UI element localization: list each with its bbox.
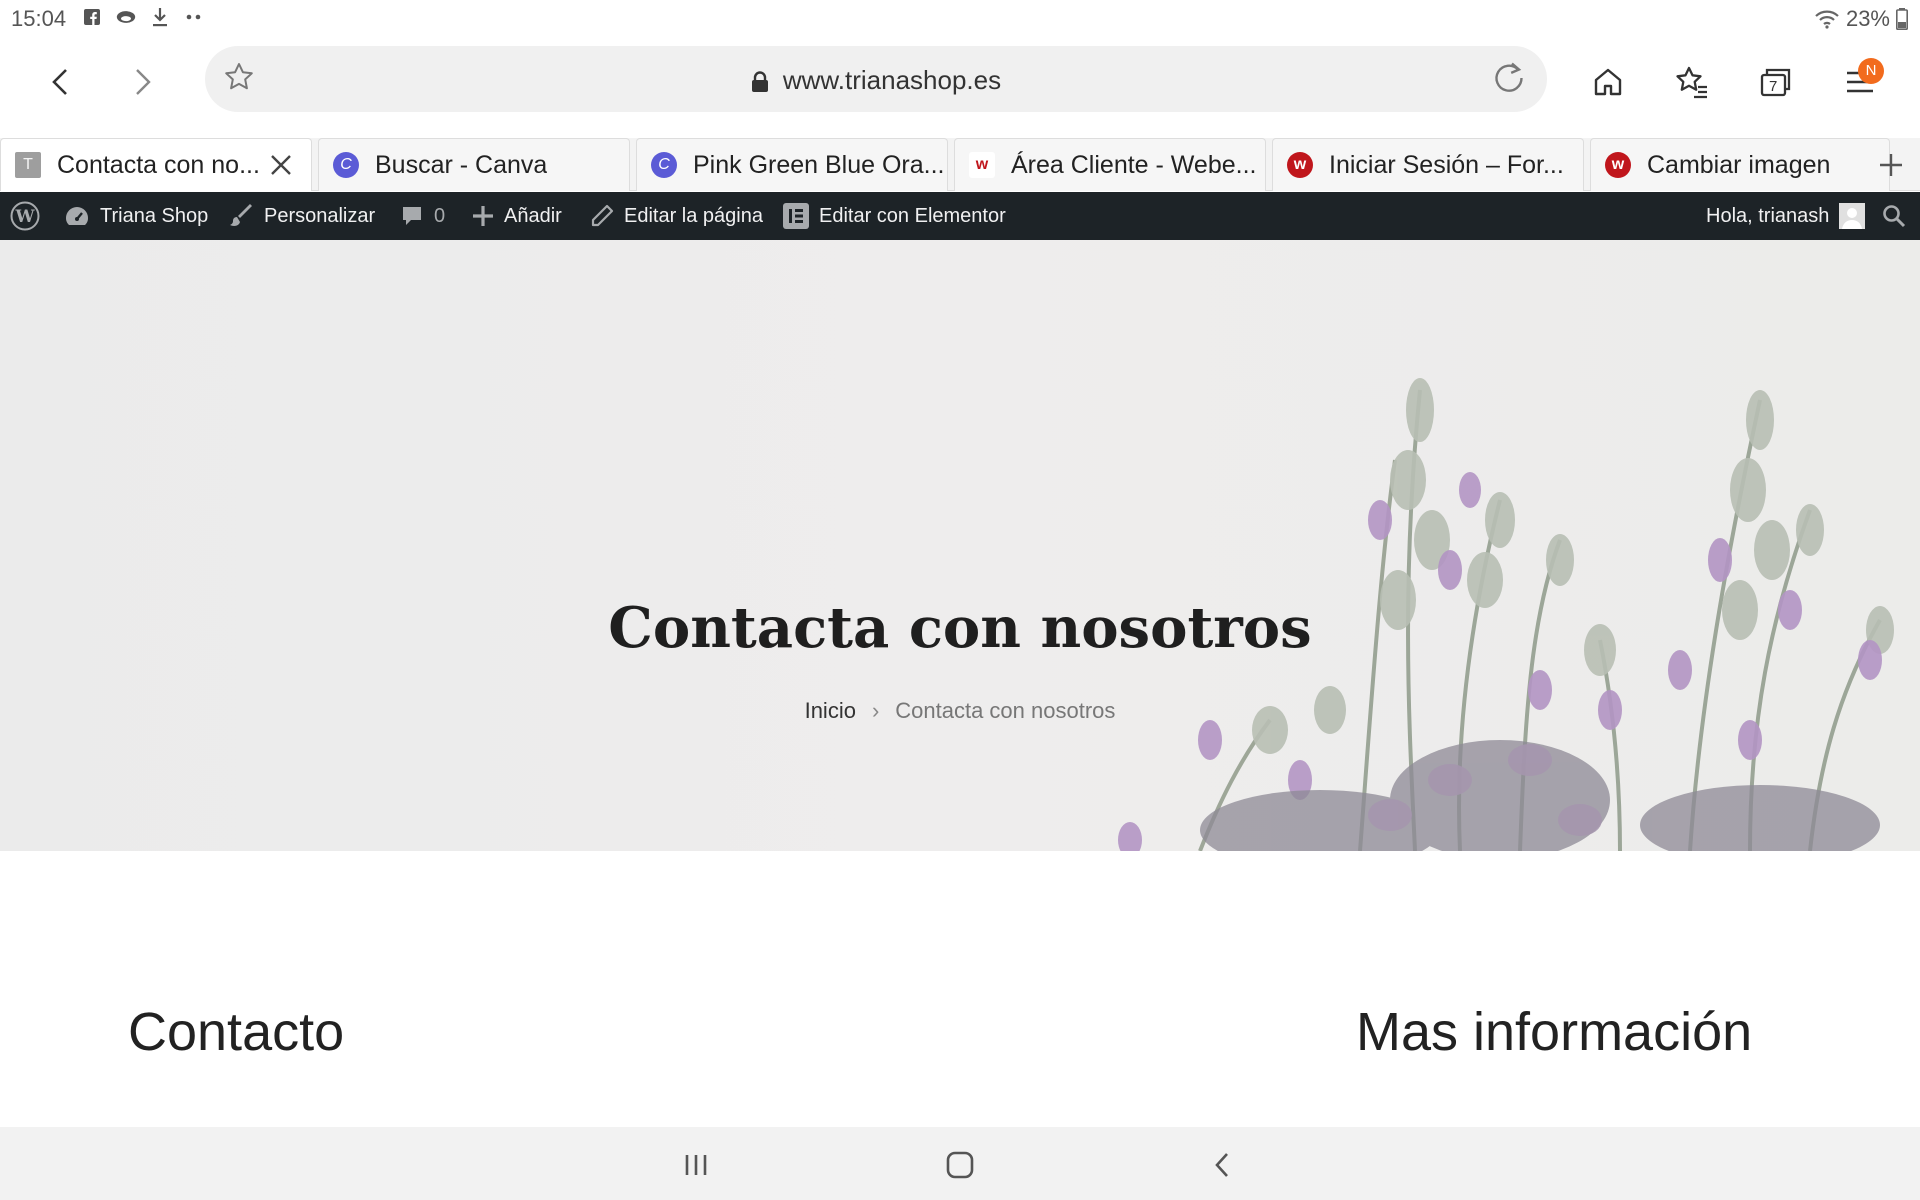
wordpress-logo-icon: W bbox=[10, 201, 40, 231]
tab-title: Buscar - Canva bbox=[375, 150, 548, 179]
tab-cambiar-imagen[interactable]: w Cambiar imagen bbox=[1590, 138, 1890, 191]
home-nav-button[interactable] bbox=[938, 1143, 982, 1187]
menu-button[interactable]: N bbox=[1834, 56, 1886, 108]
close-icon[interactable] bbox=[269, 153, 293, 182]
tabs-button[interactable]: 7 bbox=[1750, 56, 1802, 108]
status-right: 23% bbox=[1814, 6, 1908, 32]
tab-buscar-canva[interactable]: C Buscar - Canva bbox=[318, 138, 630, 191]
wifi-icon bbox=[1815, 10, 1839, 29]
tab-area-cliente[interactable]: w Área Cliente - Webe... bbox=[954, 138, 1266, 191]
tab-title: Área Cliente - Webe... bbox=[1011, 150, 1257, 179]
tab-strip: T Contacta con no... C Buscar - Canva C … bbox=[0, 138, 1920, 191]
url-text: www.trianashop.es bbox=[782, 65, 1002, 95]
comments-count: 0 bbox=[434, 204, 446, 227]
notification-icons bbox=[82, 7, 204, 27]
customize-label: Personalizar bbox=[264, 204, 376, 227]
more-info-heading: Mas información bbox=[1356, 1002, 1753, 1062]
add-new-link[interactable]: Añadir bbox=[472, 192, 562, 240]
back-chevron-icon bbox=[1215, 1153, 1228, 1177]
dashboard-gauge-icon bbox=[66, 207, 88, 225]
site-name: Triana Shop bbox=[100, 204, 209, 227]
svg-text:7: 7 bbox=[1769, 78, 1777, 95]
lock-icon bbox=[751, 71, 768, 93]
url-display[interactable]: www.trianashop.es bbox=[205, 65, 1547, 96]
bookmarks-star-list-icon bbox=[1676, 66, 1707, 99]
greeting: Hola, trianash bbox=[1706, 204, 1830, 227]
home-button[interactable] bbox=[1582, 56, 1634, 108]
comment-bubble-icon bbox=[403, 207, 421, 225]
cloud-icon bbox=[116, 7, 136, 27]
site-name-link[interactable]: Triana Shop bbox=[64, 192, 208, 240]
tab-favicon: T bbox=[15, 152, 41, 178]
canva-favicon-icon: C bbox=[651, 152, 677, 178]
edit-page-label: Editar la página bbox=[624, 204, 763, 227]
home-icon bbox=[1594, 68, 1622, 96]
tab-iniciar-sesion[interactable]: w Iniciar Sesión – For... bbox=[1272, 138, 1584, 191]
browser-toolbar: www.trianashop.es 7 N bbox=[0, 38, 1920, 138]
webempresa-favicon-icon: w bbox=[1605, 152, 1631, 178]
canva-favicon-icon: C bbox=[333, 152, 359, 178]
battery-icon bbox=[1896, 8, 1908, 30]
wp-admin-bar: W Triana Shop Personalizar 0 Añadir Edit… bbox=[0, 192, 1920, 240]
reload-icon[interactable] bbox=[1491, 60, 1527, 101]
menu-notification-badge: N bbox=[1858, 58, 1884, 84]
my-account-link[interactable]: Hola, trianash bbox=[1706, 192, 1866, 240]
search-icon bbox=[1883, 205, 1906, 228]
recent-apps-button[interactable] bbox=[674, 1143, 718, 1187]
tab-contacta[interactable]: T Contacta con no... bbox=[0, 138, 312, 191]
chevron-right-icon bbox=[136, 69, 151, 95]
recent-apps-icon bbox=[685, 1155, 707, 1175]
tab-title: Contacta con no... bbox=[57, 150, 260, 179]
customize-link[interactable]: Personalizar bbox=[230, 192, 375, 240]
home-circle-icon bbox=[946, 1151, 974, 1179]
plus-icon bbox=[473, 206, 493, 226]
tabs-counter-icon: 7 bbox=[1760, 68, 1791, 97]
more-dots-icon bbox=[184, 7, 204, 27]
breadcrumb-current: Contacta con nosotros bbox=[895, 698, 1116, 723]
new-tab-button[interactable] bbox=[1866, 138, 1916, 191]
admin-search-button[interactable] bbox=[1882, 192, 1906, 240]
plus-icon bbox=[1880, 153, 1902, 176]
back-nav-button[interactable] bbox=[1200, 1143, 1244, 1187]
download-icon bbox=[150, 7, 170, 27]
page-hero: Contacta con nosotros Inicio › Contacta co… bbox=[0, 240, 1920, 851]
status-bar: 15:04 23% bbox=[0, 0, 1920, 38]
page-content: Contacto Mas información bbox=[0, 851, 1920, 1127]
chevron-left-icon bbox=[52, 69, 67, 95]
battery-percent: 23% bbox=[1845, 6, 1890, 31]
edit-elementor-label: Editar con Elementor bbox=[819, 204, 1006, 227]
pencil-icon bbox=[591, 204, 614, 227]
edit-page-link[interactable]: Editar la página bbox=[590, 192, 763, 240]
breadcrumb: Inicio › Contacta con nosotros bbox=[0, 698, 1920, 724]
tab-title: Iniciar Sesión – For... bbox=[1329, 150, 1564, 179]
add-new-label: Añadir bbox=[504, 204, 562, 227]
facebook-icon bbox=[82, 7, 102, 27]
tab-title: Cambiar imagen bbox=[1647, 150, 1831, 179]
system-nav-bar bbox=[0, 1127, 1920, 1200]
avatar bbox=[1839, 203, 1866, 229]
screen: 15:04 23% www.trianashop.es 7 N T Contac… bbox=[0, 0, 1920, 1200]
wordpress-logo-button[interactable]: W bbox=[10, 192, 40, 240]
edit-elementor-link[interactable]: Editar con Elementor bbox=[783, 192, 1006, 240]
tab-pink-green[interactable]: C Pink Green Blue Ora... bbox=[636, 138, 948, 191]
address-bar[interactable]: www.trianashop.es bbox=[205, 46, 1547, 112]
breadcrumb-home-link[interactable]: Inicio bbox=[805, 698, 856, 723]
back-button[interactable] bbox=[36, 58, 84, 106]
tab-title: Pink Green Blue Ora... bbox=[693, 150, 943, 179]
comments-link[interactable]: 0 bbox=[400, 192, 445, 240]
webempresa-favicon-icon: w bbox=[969, 152, 995, 178]
bookmarks-button[interactable] bbox=[1666, 56, 1718, 108]
breadcrumb-separator: › bbox=[871, 698, 880, 723]
svg-text:W: W bbox=[14, 207, 35, 227]
forward-button[interactable] bbox=[119, 58, 167, 106]
clock: 15:04 bbox=[11, 6, 67, 31]
paintbrush-icon bbox=[230, 204, 252, 226]
lavender-image bbox=[1118, 378, 1894, 851]
page-title: Contacta con nosotros bbox=[608, 595, 1312, 661]
webempresa-favicon-icon: w bbox=[1287, 152, 1313, 178]
elementor-icon bbox=[783, 203, 809, 229]
contact-heading: Contacto bbox=[128, 1002, 345, 1062]
